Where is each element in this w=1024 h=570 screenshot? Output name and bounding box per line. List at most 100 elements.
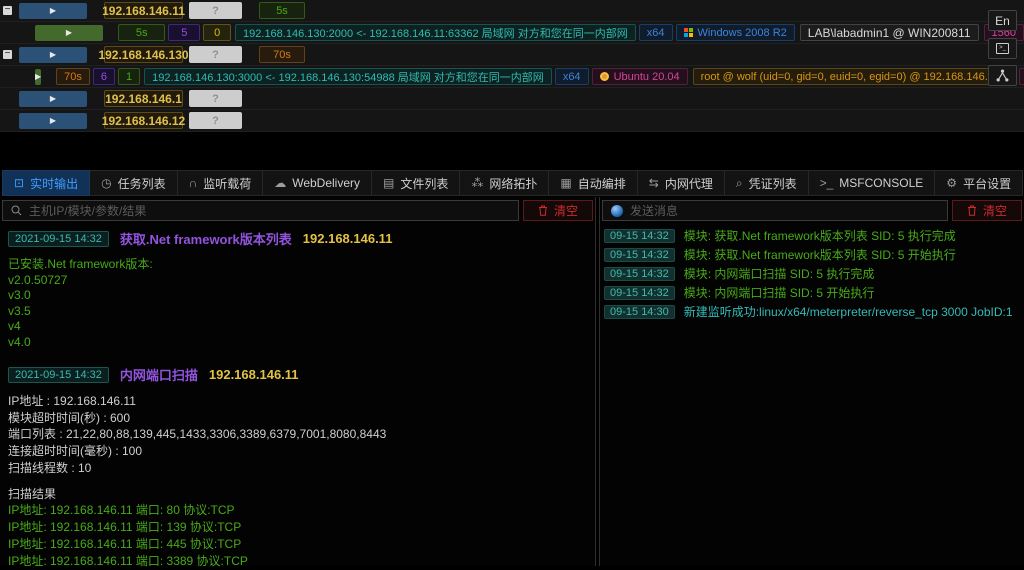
clear-messages-button[interactable]: 清空 (952, 200, 1022, 221)
scan-result-line: IP地址: 192.168.146.11 端口: 139 协议:TCP (8, 519, 587, 536)
log-target-ip: 192.168.146.11 (303, 231, 393, 246)
scan-result-line: IP地址: 192.168.146.11 端口: 445 协议:TCP (8, 536, 587, 553)
host-os-unknown-badge[interactable]: ? (189, 112, 242, 129)
host-play-button[interactable]: ▶ (19, 3, 87, 19)
tab-intranet-proxy[interactable]: ⇆ 内网代理 (638, 170, 725, 196)
topology-icon (996, 69, 1009, 82)
session-os-label: Ubuntu 20.04 (614, 71, 680, 83)
message-row: 09-15 14:32 模块: 内网端口扫描 SID: 5 开始执行 (604, 284, 1024, 301)
message-box (602, 200, 948, 221)
tab-listener-payload[interactable]: ∩监听载荷 (178, 170, 264, 196)
language-toggle-button[interactable]: En (988, 10, 1017, 31)
host-ip-badge[interactable]: 192.168.146.1 (104, 90, 183, 107)
windows-logo-icon (684, 28, 693, 37)
search-input[interactable] (29, 204, 510, 218)
session-jobs-badge: 0 (203, 24, 231, 41)
message-timestamp: 09-15 14:32 (604, 248, 675, 262)
play-icon: ▶ (50, 51, 56, 59)
log-line: v2.0.50727 (8, 273, 587, 289)
swap-icon: ⇆ (649, 176, 659, 190)
cloud-icon: ☁ (274, 176, 286, 190)
topology-button[interactable] (988, 65, 1017, 86)
tab-label: 内网代理 (665, 175, 713, 192)
clear-output-button[interactable]: 清空 (523, 200, 593, 221)
tab-label: MSFCONSOLE (839, 176, 923, 190)
tab-label: 任务列表 (118, 175, 166, 192)
message-text: 模块: 获取.Net framework版本列表 SID: 5 执行完成 (684, 227, 956, 244)
host-row: − ▶ 192.168.146.11 ? 5s (0, 0, 1024, 22)
collapse-toggle-icon[interactable]: − (3, 50, 12, 59)
session-tunnel-badge: 192.168.146.130:2000 <- 192.168.146.11:6… (235, 24, 636, 41)
host-play-button[interactable]: ▶ (19, 91, 87, 107)
scan-result-title: 扫描结果 (8, 486, 587, 503)
tab-file-list[interactable]: ▤文件列表 (372, 170, 460, 196)
host-row: ▶ 192.168.146.1 ? (0, 88, 1024, 110)
tab-webdelivery[interactable]: ☁ WebDelivery (263, 170, 372, 196)
collapse-toggle-icon[interactable]: − (3, 6, 12, 15)
tab-task-list[interactable]: ◷ 任务列表 (90, 170, 178, 196)
grid-icon: ▦ (560, 176, 571, 190)
host-os-unknown-badge[interactable]: ? (189, 90, 242, 107)
log-module-name: 内网端口扫描 (120, 365, 198, 384)
log-module-name: 获取.Net framework版本列表 (120, 229, 292, 248)
clear-button-label: 清空 (983, 202, 1007, 219)
log-line: v4.0 (8, 335, 587, 351)
tab-msfconsole[interactable]: >_ MSFCONSOLE (809, 170, 936, 196)
message-timestamp: 09-15 14:32 (604, 286, 675, 300)
session-play-button[interactable]: ▶ (35, 69, 41, 85)
scan-result-line: IP地址: 192.168.146.11 端口: 3389 协议:TCP (8, 553, 587, 570)
tab-label: WebDelivery (292, 176, 360, 190)
tab-label: 凭证列表 (749, 175, 797, 192)
tab-platform-settings[interactable]: ⚙ 平台设置 (935, 170, 1023, 196)
log-line: IP地址 : 192.168.146.11 (8, 393, 587, 410)
message-row: 09-15 14:30 新建监听成功:linux/x64/meterpreter… (604, 303, 1024, 320)
host-os-unknown-badge[interactable]: ? (189, 46, 242, 63)
message-input[interactable] (630, 204, 939, 218)
host-os-unknown-badge[interactable]: ? (189, 2, 242, 19)
clear-button-label: 清空 (554, 202, 578, 219)
console-icon: >_ (820, 176, 834, 190)
ubuntu-logo-icon (600, 72, 609, 81)
tab-credential-list[interactable]: ⌕凭证列表 (725, 170, 809, 196)
session-tunnel-badge: 192.168.146.130:3000 <- 192.168.146.130:… (144, 68, 552, 85)
message-timestamp: 09-15 14:30 (604, 305, 675, 319)
clock-icon: ◷ (101, 176, 111, 190)
search-icon (11, 205, 22, 216)
tab-label: 网络拓扑 (489, 175, 537, 192)
log-line: v4 (8, 319, 587, 335)
tab-label: 文件列表 (400, 175, 448, 192)
terminal-button[interactable]: >_ (988, 38, 1017, 59)
log-line: 模块超时时间(秒) : 600 (8, 410, 587, 427)
session-os-badge: Ubuntu 20.04 (592, 68, 688, 85)
session-jobs-badge: 1 (118, 68, 140, 85)
gear-icon: ⚙ (946, 176, 957, 190)
message-text: 模块: 获取.Net framework版本列表 SID: 5 开始执行 (684, 246, 956, 263)
session-play-button[interactable]: ▶ (35, 25, 103, 41)
host-play-button[interactable]: ▶ (19, 47, 87, 63)
trash-icon (538, 205, 548, 216)
search-box (2, 200, 519, 221)
message-log: 09-15 14:32 模块: 获取.Net framework版本列表 SID… (600, 221, 1024, 320)
tab-network-topology[interactable]: ⁂ 网络拓扑 (460, 170, 549, 196)
session-check-badge: 5s (118, 24, 166, 41)
tab-bar: ⊡实时输出 ◷ 任务列表 ∩监听载荷 ☁ WebDelivery ▤文件列表 ⁂ 网络… (0, 170, 1023, 196)
host-row: − ▶ 192.168.146.130 ? 70s (0, 44, 1024, 66)
host-ip-badge[interactable]: 192.168.146.130 (104, 46, 183, 63)
host-ip-badge[interactable]: 192.168.146.11 (104, 2, 183, 19)
tab-auto-orchestration[interactable]: ▦自动编排 (549, 170, 637, 196)
play-icon: ▶ (50, 117, 56, 125)
network-icon: ⁂ (471, 176, 483, 190)
session-pid-badge: 192348 (1019, 68, 1024, 85)
terminal-icon: >_ (996, 43, 1009, 54)
realtime-output-panel: 清空 2021-09-15 14:32 获取.Net framework版本列表… (0, 197, 596, 566)
hosts-panel: − ▶ 192.168.146.11 ? 5s ▶ 5s 5 0 192.168… (0, 0, 1024, 132)
tab-label: 平台设置 (963, 175, 1011, 192)
message-row: 09-15 14:32 模块: 获取.Net framework版本列表 SID… (604, 227, 1024, 244)
host-row: ▶ 192.168.146.12 ? (0, 110, 1024, 132)
log-line: 已安装.Net framework版本: (8, 257, 587, 273)
tab-label: 实时输出 (30, 175, 78, 192)
scan-result-line: IP地址: 192.168.146.11 端口: 80 协议:TCP (8, 502, 587, 519)
host-play-button[interactable]: ▶ (19, 113, 87, 129)
host-ip-badge[interactable]: 192.168.146.12 (104, 112, 183, 129)
tab-realtime-output[interactable]: ⊡实时输出 (2, 170, 90, 196)
